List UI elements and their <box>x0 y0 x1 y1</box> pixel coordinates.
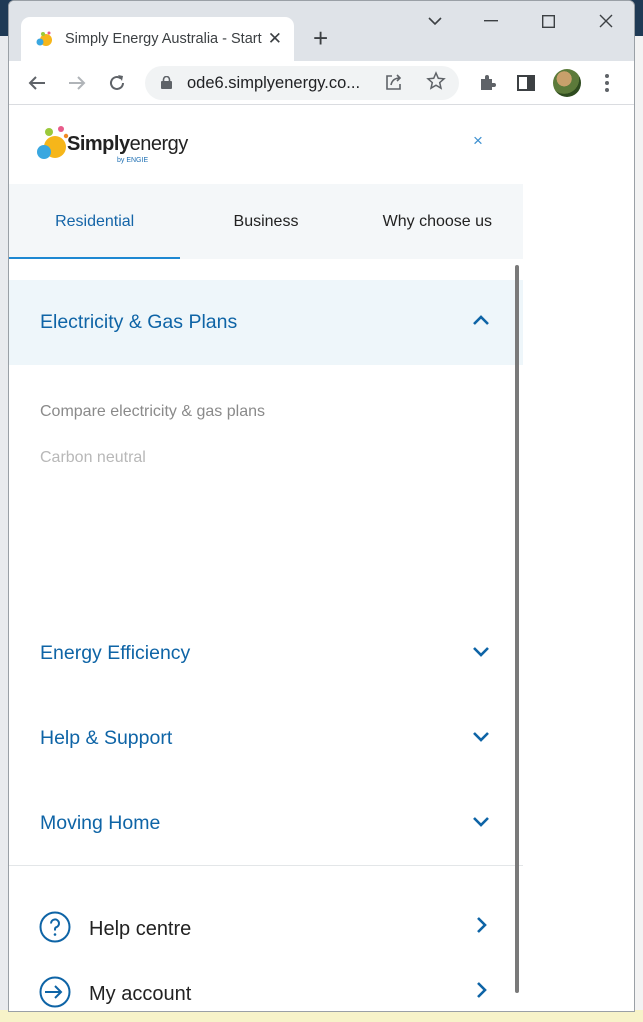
my-account-link[interactable]: My account <box>89 983 191 1006</box>
chevron-up-icon[interactable] <box>471 310 491 330</box>
chevron-down-icon[interactable] <box>471 727 491 747</box>
address-bar[interactable]: ode6.simplyenergy.co... <box>145 66 459 100</box>
tab-search-icon[interactable] <box>415 7 455 35</box>
chevron-right-icon[interactable] <box>475 916 489 934</box>
segment-tabs: Residential Business Why choose us <box>9 184 523 259</box>
tab-strip: Simply Energy Australia - Start ✕ + <box>9 1 634 61</box>
forward-arrow-icon[interactable] <box>63 69 91 97</box>
close-menu-button[interactable]: × <box>473 131 483 151</box>
logo-wordmark: Simplyenergy <box>67 133 188 155</box>
simply-energy-logo[interactable]: Simplyenergy by ENGIE <box>35 123 195 167</box>
profile-avatar[interactable] <box>553 69 581 97</box>
minimize-icon[interactable] <box>471 7 511 35</box>
tab-title: Simply Energy Australia - Start <box>65 31 262 47</box>
browser-tab[interactable]: Simply Energy Australia - Start ✕ <box>21 17 294 61</box>
maximize-icon[interactable] <box>528 7 568 35</box>
browser-window: Simply Energy Australia - Start ✕ + ode6… <box>8 0 635 1012</box>
url-text: ode6.simplyenergy.co... <box>187 74 361 92</box>
accordion-label-energy-efficiency[interactable]: Energy Efficiency <box>40 642 190 665</box>
close-tab-icon[interactable]: ✕ <box>268 29 282 49</box>
side-panel-icon[interactable] <box>512 69 540 97</box>
chevron-down-icon[interactable] <box>471 642 491 662</box>
submenu-link-compare-plans[interactable]: Compare electricity & gas plans <box>40 403 265 421</box>
menu-scrollbar[interactable] <box>515 265 519 993</box>
chevron-down-icon[interactable] <box>471 812 491 832</box>
tab-residential[interactable]: Residential <box>9 184 181 259</box>
submenu-link-carbon-neutral[interactable]: Carbon neutral <box>40 449 146 467</box>
question-circle-icon <box>39 911 71 943</box>
mobile-menu-drawer: Simplyenergy by ENGIE × Residential Busi… <box>9 105 523 1011</box>
back-arrow-icon[interactable] <box>23 69 51 97</box>
accordion-label-electricity-gas-plans: Electricity & Gas Plans <box>40 311 238 333</box>
arrow-circle-icon <box>39 976 71 1008</box>
browser-toolbar: ode6.simplyenergy.co... <box>9 61 634 105</box>
close-window-icon[interactable] <box>586 7 626 35</box>
accordion-label-help-support[interactable]: Help & Support <box>40 727 172 750</box>
bookmark-star-icon[interactable] <box>426 71 446 97</box>
new-tab-button[interactable]: + <box>313 25 328 51</box>
page-background <box>523 105 634 1011</box>
more-menu-icon[interactable] <box>593 69 621 97</box>
menu-divider <box>9 865 523 866</box>
extensions-puzzle-icon[interactable] <box>473 69 501 97</box>
share-icon[interactable] <box>385 73 403 96</box>
page-viewport: Simplyenergy by ENGIE × Residential Busi… <box>9 105 634 1011</box>
logo-bubbles-icon <box>37 126 69 159</box>
tab-why-choose-us[interactable]: Why choose us <box>352 184 523 259</box>
simplyenergy-favicon-icon <box>35 30 53 48</box>
logo-byline: by ENGIE <box>117 157 149 164</box>
tab-business[interactable]: Business <box>180 184 351 259</box>
reload-icon[interactable] <box>103 69 131 97</box>
background-app-edge <box>634 36 643 1022</box>
chevron-right-icon[interactable] <box>475 981 489 999</box>
lock-icon <box>161 75 172 89</box>
accordion-label-moving-home[interactable]: Moving Home <box>40 812 160 835</box>
help-centre-link[interactable]: Help centre <box>89 918 191 941</box>
